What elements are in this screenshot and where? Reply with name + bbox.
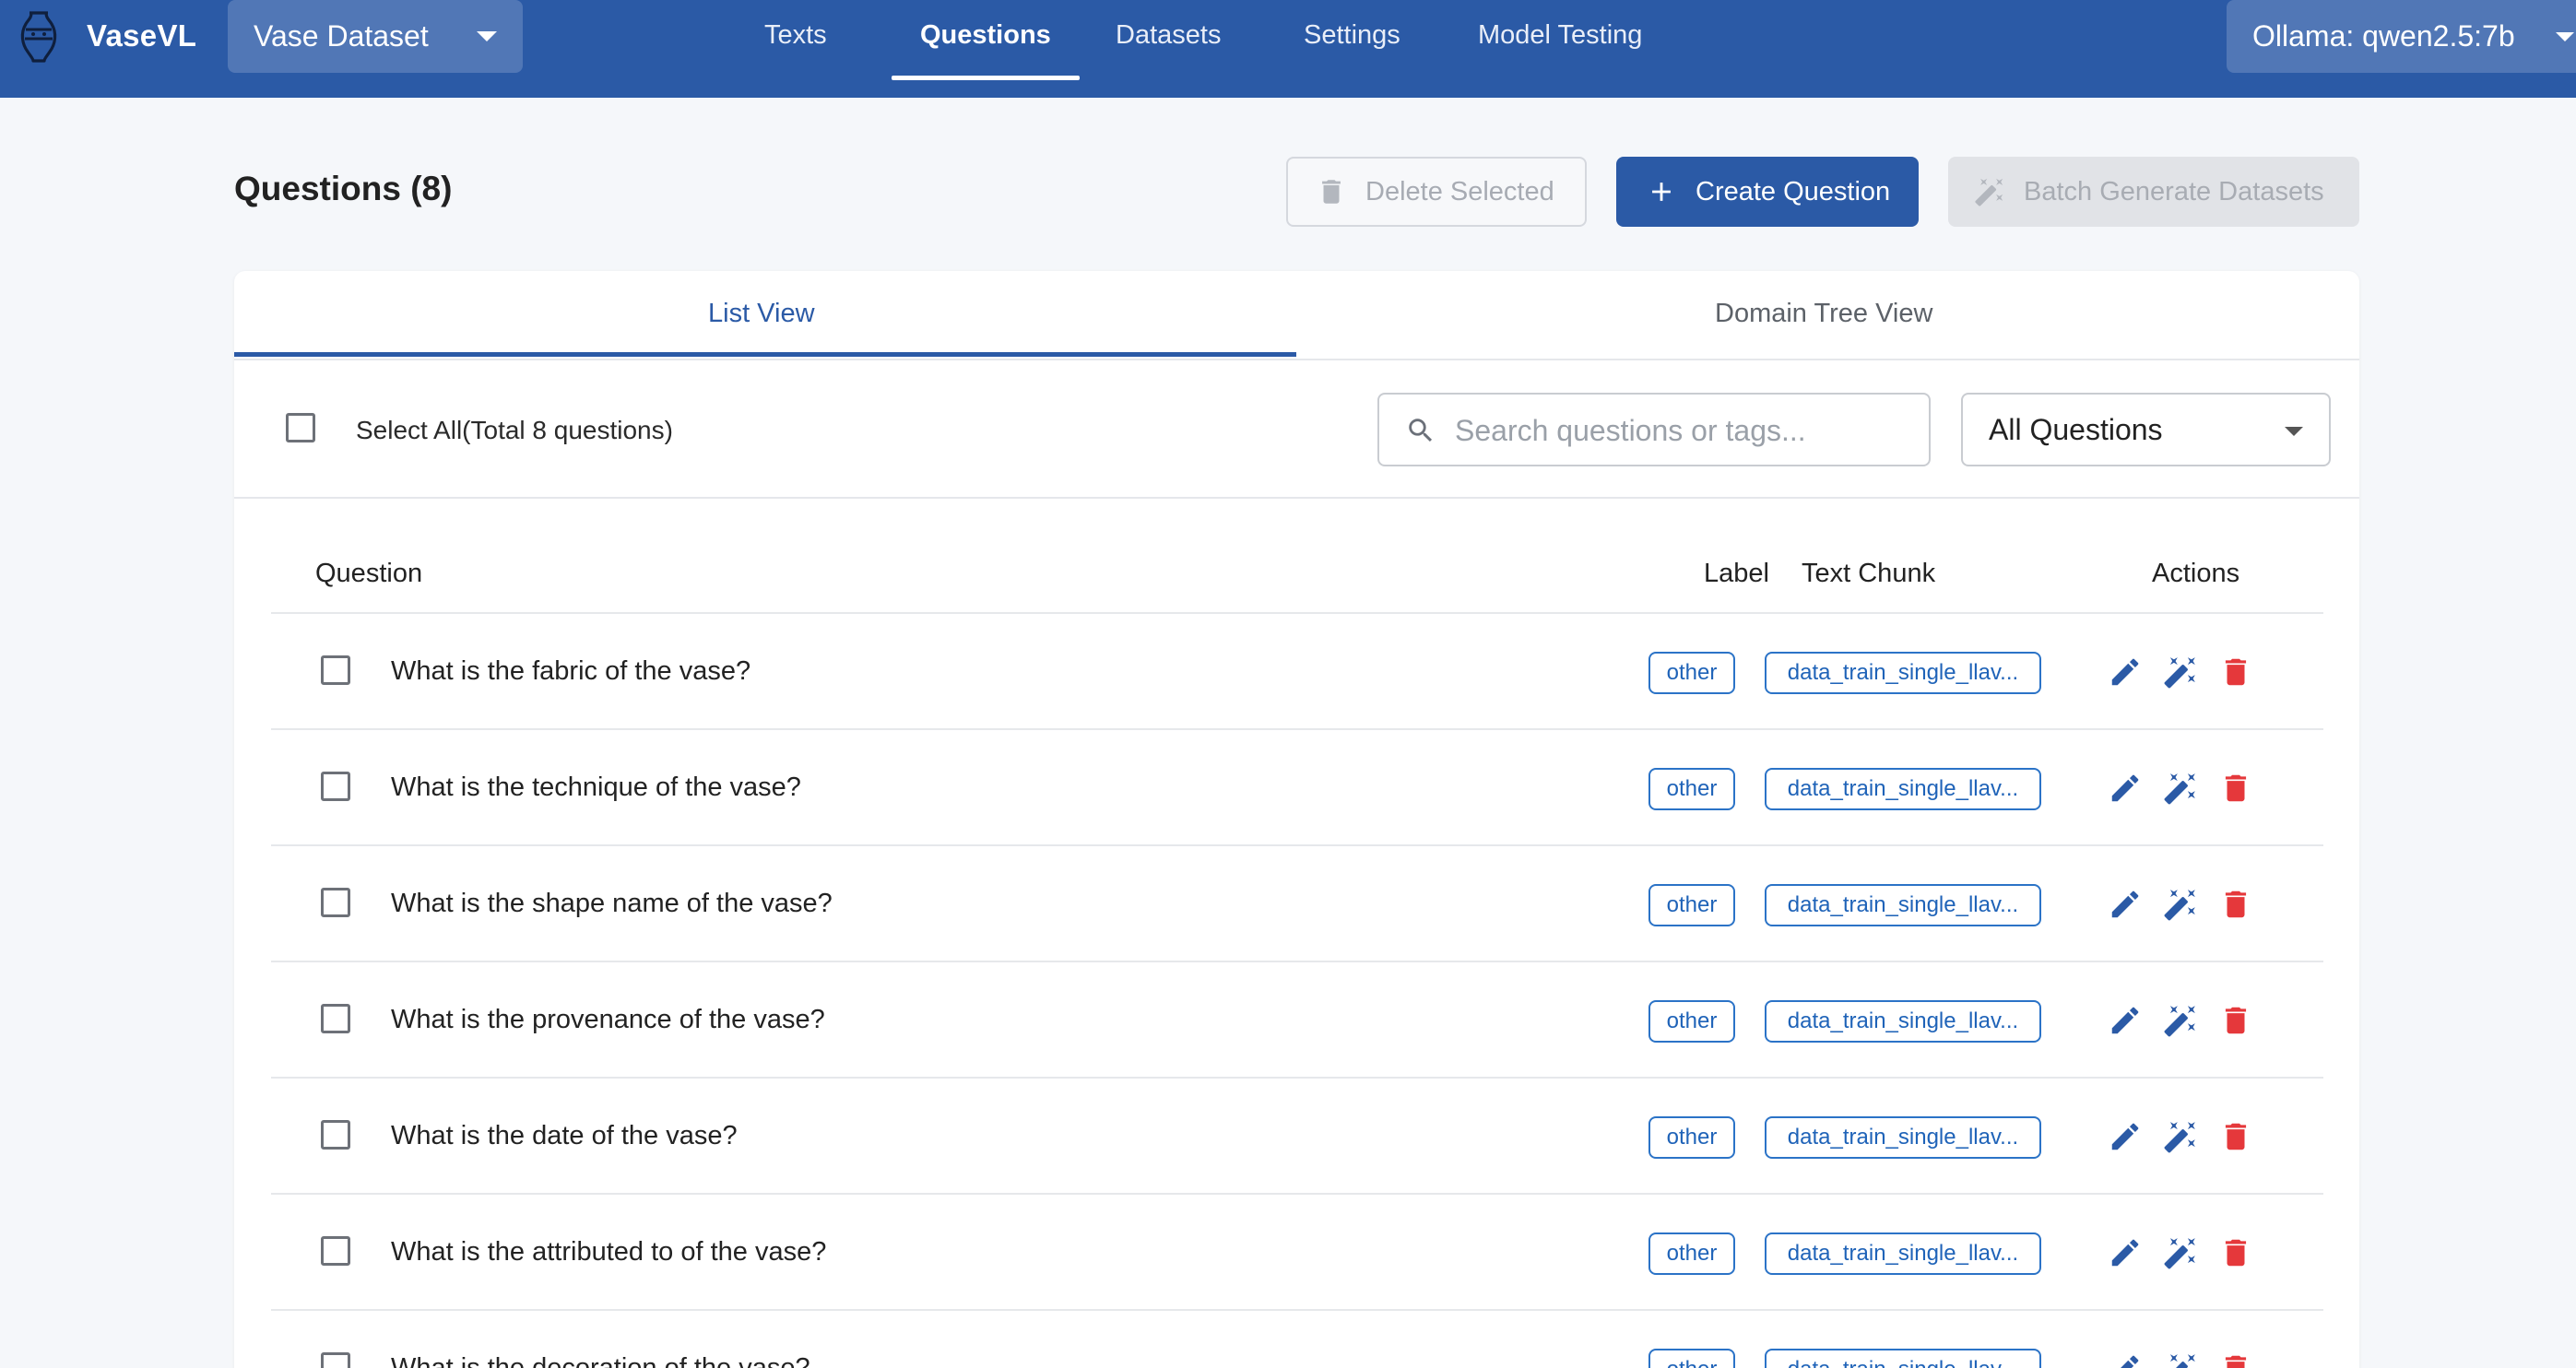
divider xyxy=(234,497,2359,499)
model-select[interactable]: Ollama: qwen2.5:7b xyxy=(2227,0,2576,73)
question-text[interactable]: What is the decoration of the vase? xyxy=(391,1353,810,1368)
pencil-icon[interactable] xyxy=(2108,1235,2143,1270)
select-all-label: Select All(Total 8 questions) xyxy=(356,416,673,444)
trash-icon[interactable] xyxy=(2218,1119,2253,1154)
column-header-question: Question xyxy=(315,559,423,588)
batch-generate-datasets-button[interactable]: Batch Generate Datasets xyxy=(1948,157,2359,227)
pencil-icon[interactable] xyxy=(2108,655,2143,690)
pencil-icon[interactable] xyxy=(2108,771,2143,806)
nav-tab-settings[interactable]: Settings xyxy=(1304,20,1400,51)
row-checkbox[interactable] xyxy=(321,772,350,801)
question-text[interactable]: What is the fabric of the vase? xyxy=(391,656,750,687)
row-checkbox[interactable] xyxy=(321,1236,350,1266)
table-row[interactable]: What is the fabric of the vase? other data… xyxy=(271,612,2323,728)
row-checkbox[interactable] xyxy=(321,1004,350,1033)
table-row[interactable]: What is the attributed to of the vase? ot… xyxy=(271,1193,2323,1309)
top-app-bar: VaseVL Vase Dataset Texts Questions Data… xyxy=(0,0,2576,98)
nav-tab-questions[interactable]: Questions xyxy=(920,20,1051,51)
pencil-icon[interactable] xyxy=(2108,1351,2143,1368)
text-chunk-chip[interactable]: data_train_single_llav... xyxy=(1765,884,2041,926)
search-input[interactable] xyxy=(1455,407,1916,454)
questions-card: List View Domain Tree View Select All(To… xyxy=(234,271,2359,1368)
magic-wand-icon[interactable] xyxy=(2163,887,2198,922)
magic-wand-icon xyxy=(1975,178,2003,206)
text-chunk-chip[interactable]: data_train_single_llav... xyxy=(1765,1349,2041,1368)
question-text[interactable]: What is the shape name of the vase? xyxy=(391,889,833,919)
trash-icon[interactable] xyxy=(2218,771,2253,806)
tab-active-indicator xyxy=(234,352,1296,357)
delete-selected-button[interactable]: Delete Selected xyxy=(1286,157,1587,227)
nav-tab-datasets[interactable]: Datasets xyxy=(1116,20,1221,51)
magic-wand-icon[interactable] xyxy=(2163,1235,2198,1270)
text-chunk-chip[interactable]: data_train_single_llav... xyxy=(1765,1232,2041,1275)
batch-generate-label: Batch Generate Datasets xyxy=(2024,176,2324,206)
magic-wand-icon[interactable] xyxy=(2163,1003,2198,1038)
question-text[interactable]: What is the technique of the vase? xyxy=(391,772,801,803)
magic-wand-icon[interactable] xyxy=(2163,1351,2198,1368)
column-header-label: Label xyxy=(1704,559,1769,588)
label-chip[interactable]: other xyxy=(1648,1232,1735,1275)
question-filter-value: All Questions xyxy=(1989,412,2163,446)
search-field[interactable] xyxy=(1377,393,1931,466)
app-name[interactable]: VaseVL xyxy=(87,18,196,53)
tab-domain-tree-view[interactable]: Domain Tree View xyxy=(1715,299,1932,329)
caret-down-icon xyxy=(2556,32,2574,41)
page-title: Questions (8) xyxy=(234,170,453,207)
table-row[interactable]: What is the shape name of the vase? other… xyxy=(271,844,2323,961)
nav-active-indicator xyxy=(892,76,1080,80)
label-chip[interactable]: other xyxy=(1648,1349,1735,1368)
text-chunk-chip[interactable]: data_train_single_llav... xyxy=(1765,652,2041,694)
nav-tab-model-testing[interactable]: Model Testing xyxy=(1478,20,1642,51)
model-select-value: Ollama: qwen2.5:7b xyxy=(2252,19,2515,53)
question-text[interactable]: What is the date of the vase? xyxy=(391,1121,738,1151)
row-checkbox[interactable] xyxy=(321,655,350,685)
table-row[interactable]: What is the provenance of the vase? other… xyxy=(271,961,2323,1077)
pencil-icon[interactable] xyxy=(2108,887,2143,922)
divider xyxy=(234,359,2359,360)
vase-icon xyxy=(20,11,57,63)
table-row[interactable]: What is the decoration of the vase? other… xyxy=(271,1309,2323,1368)
row-checkbox[interactable] xyxy=(321,888,350,917)
trash-icon[interactable] xyxy=(2218,1351,2253,1368)
label-chip[interactable]: other xyxy=(1648,652,1735,694)
text-chunk-chip[interactable]: data_train_single_llav... xyxy=(1765,1000,2041,1043)
project-select-value: Vase Dataset xyxy=(254,19,429,53)
question-text[interactable]: What is the provenance of the vase? xyxy=(391,1005,825,1035)
select-all-checkbox[interactable] xyxy=(286,413,315,442)
delete-selected-label: Delete Selected xyxy=(1365,176,1554,206)
question-text[interactable]: What is the attributed to of the vase? xyxy=(391,1237,826,1268)
caret-down-icon xyxy=(477,31,497,41)
search-icon xyxy=(1409,419,1433,442)
column-header-actions: Actions xyxy=(2152,559,2240,588)
question-filter-select[interactable]: All Questions xyxy=(1961,393,2331,466)
project-select[interactable]: Vase Dataset xyxy=(228,0,523,73)
column-header-text-chunk: Text Chunk xyxy=(1802,559,1936,588)
table-row[interactable]: What is the date of the vase? other data_t… xyxy=(271,1077,2323,1193)
create-question-label: Create Question xyxy=(1696,176,1891,206)
create-question-button[interactable]: Create Question xyxy=(1616,157,1919,227)
label-chip[interactable]: other xyxy=(1648,1116,1735,1159)
trash-icon[interactable] xyxy=(2218,1003,2253,1038)
magic-wand-icon[interactable] xyxy=(2163,655,2198,690)
trash-icon[interactable] xyxy=(2218,655,2253,690)
plus-icon xyxy=(1652,183,1671,201)
magic-wand-icon[interactable] xyxy=(2163,1119,2198,1154)
row-checkbox[interactable] xyxy=(321,1352,350,1368)
tab-list-view[interactable]: List View xyxy=(708,299,815,329)
nav-tab-texts[interactable]: Texts xyxy=(764,20,827,51)
trash-icon[interactable] xyxy=(2218,1235,2253,1270)
caret-down-icon xyxy=(2285,427,2303,436)
label-chip[interactable]: other xyxy=(1648,884,1735,926)
text-chunk-chip[interactable]: data_train_single_llav... xyxy=(1765,768,2041,810)
row-checkbox[interactable] xyxy=(321,1120,350,1150)
text-chunk-chip[interactable]: data_train_single_llav... xyxy=(1765,1116,2041,1159)
trash-icon[interactable] xyxy=(2218,887,2253,922)
label-chip[interactable]: other xyxy=(1648,1000,1735,1043)
magic-wand-icon[interactable] xyxy=(2163,771,2198,806)
pencil-icon[interactable] xyxy=(2108,1119,2143,1154)
pencil-icon[interactable] xyxy=(2108,1003,2143,1038)
label-chip[interactable]: other xyxy=(1648,768,1735,810)
table-row[interactable]: What is the technique of the vase? other d… xyxy=(271,728,2323,844)
trash-icon xyxy=(1322,180,1341,204)
